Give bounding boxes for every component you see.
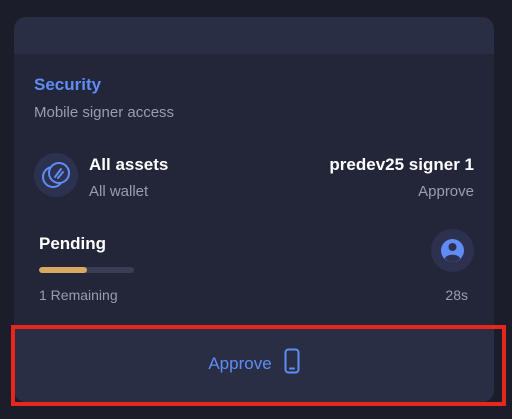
remaining-count: 1 Remaining: [39, 287, 118, 303]
mobile-phone-icon: [284, 348, 300, 379]
approve-button-label: Approve: [208, 353, 272, 373]
asset-name: All assets: [89, 155, 169, 174]
pending-label: Pending: [39, 234, 107, 253]
asset-scope: All wallet: [89, 183, 149, 200]
user-avatar-icon: [431, 229, 474, 272]
security-card: Security Mobile signer access All assets…: [14, 17, 494, 402]
pending-progress-bar: [39, 267, 134, 273]
section-title: Security: [34, 75, 102, 94]
pending-timer: 28s: [445, 287, 468, 303]
assets-coins-icon: [34, 153, 78, 197]
signer-name: predev25 signer 1: [329, 155, 474, 174]
pending-progress-fill: [39, 267, 87, 273]
approve-button[interactable]: Approve: [14, 325, 494, 402]
signer-action: Approve: [418, 183, 474, 200]
card-header: [14, 17, 494, 54]
section-subtitle: Mobile signer access: [34, 104, 175, 121]
